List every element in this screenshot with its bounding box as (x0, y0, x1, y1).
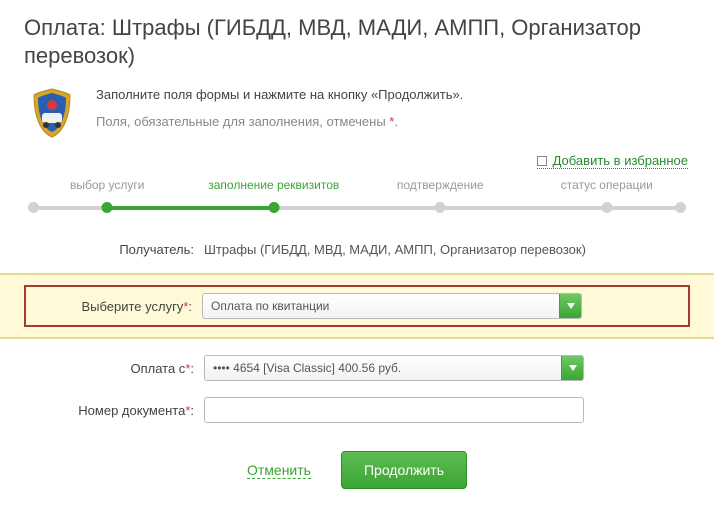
progress-step-1: заполнение реквизитов (191, 178, 358, 192)
required-note: Поля, обязательные для заполнения, отмеч… (96, 112, 463, 133)
progress-bar: выбор услуги заполнение реквизитов подтв… (24, 178, 690, 218)
progress-dot-3 (601, 202, 612, 213)
chevron-down-icon (561, 356, 583, 380)
doc-number-input[interactable] (204, 397, 584, 423)
progress-step-0: выбор услуги (24, 178, 191, 192)
pay-from-label: Оплата с*: (24, 361, 204, 376)
add-to-favorites-link[interactable]: Добавить в избранное (537, 153, 688, 169)
progress-dot-1 (268, 202, 279, 213)
progress-step-2: подтверждение (357, 178, 524, 192)
doc-number-label: Номер документа*: (24, 403, 204, 418)
progress-dot-2 (435, 202, 446, 213)
bookmark-icon (537, 156, 547, 166)
cancel-link[interactable]: Отменить (247, 462, 311, 479)
chevron-down-icon (559, 294, 581, 318)
continue-button[interactable]: Продолжить (341, 451, 467, 489)
progress-dot-end (675, 202, 686, 213)
progress-dot-0 (102, 202, 113, 213)
recipient-label: Получатель: (24, 242, 204, 257)
intro-line1: Заполните поля формы и нажмите на кнопку… (96, 85, 463, 106)
page-title: Оплата: Штрафы (ГИБДД, МВД, МАДИ, АМПП, … (24, 14, 690, 69)
pay-from-select[interactable]: •••• 4654 [Visa Classic] 400.56 руб. (204, 355, 584, 381)
service-label: Выберите услугу*: (34, 299, 202, 314)
recipient-value: Штрафы (ГИБДД, МВД, МАДИ, АМПП, Организа… (204, 242, 690, 257)
progress-step-3: статус операции (524, 178, 691, 192)
service-select[interactable]: Оплата по квитанции (202, 293, 582, 319)
gibdd-badge-icon (24, 85, 80, 141)
progress-dot-start (28, 202, 39, 213)
